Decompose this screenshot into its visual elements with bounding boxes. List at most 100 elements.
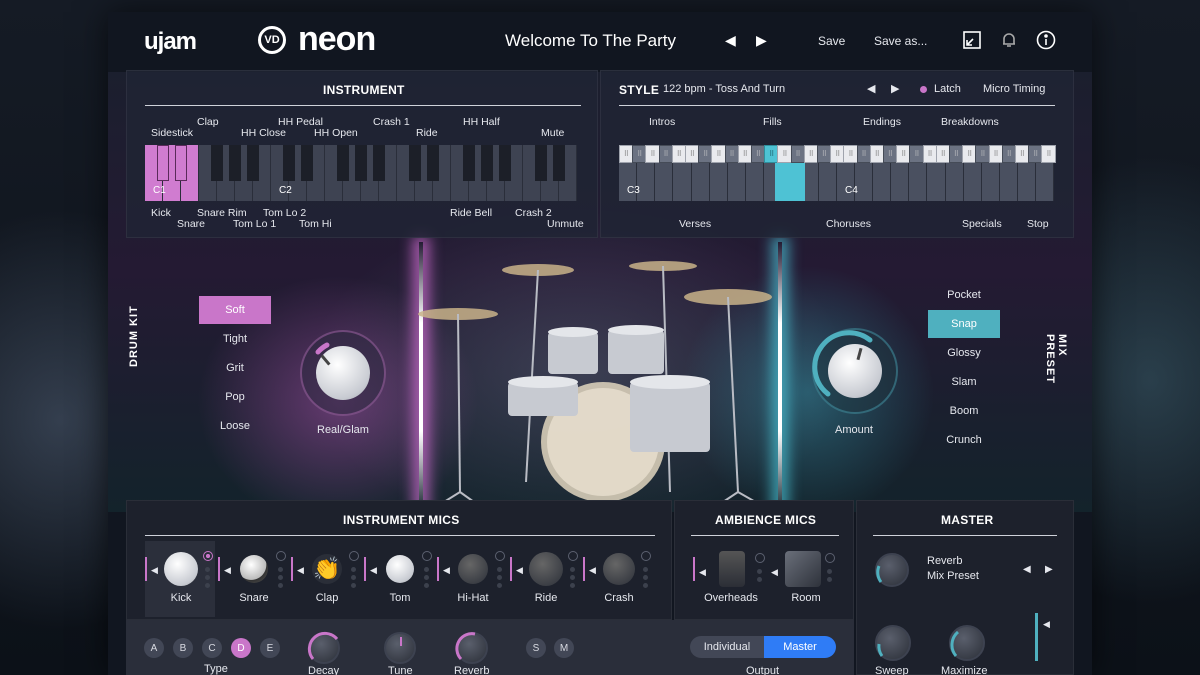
mix-preset-option[interactable]: Snap	[928, 310, 1000, 338]
drum-kit-option[interactable]: Tight	[199, 325, 271, 353]
type-option-d[interactable]: D	[231, 638, 251, 658]
type-option-a[interactable]: A	[144, 638, 164, 658]
type-option-e[interactable]: E	[260, 638, 280, 658]
style-white-key[interactable]	[673, 163, 692, 201]
instrument-black-key[interactable]	[301, 145, 313, 181]
style-white-key[interactable]	[709, 163, 728, 201]
drum-kit-option[interactable]: Soft	[199, 296, 271, 324]
individual-toggle[interactable]: Individual	[690, 636, 764, 658]
mic-solo-icon[interactable]	[276, 551, 286, 561]
next-style-button[interactable]: ▶	[891, 82, 899, 95]
style-white-key[interactable]	[1036, 163, 1055, 201]
mic-solo-icon[interactable]	[568, 551, 578, 561]
style-white-key[interactable]	[727, 163, 746, 201]
micro-timing-button[interactable]: Micro Timing	[983, 83, 1045, 95]
style-white-key[interactable]	[999, 163, 1019, 201]
drum-kit-option[interactable]: Loose	[199, 412, 271, 440]
ride-mic-icon[interactable]	[529, 552, 563, 586]
style-white-key[interactable]	[945, 163, 964, 201]
reverb-mix-knob[interactable]	[875, 553, 909, 587]
drum-kit-option[interactable]: Grit	[199, 354, 271, 382]
mute-button[interactable]: M	[554, 638, 574, 658]
instrument-black-key[interactable]	[175, 145, 187, 181]
amount-knob[interactable]	[812, 328, 898, 414]
style-white-key[interactable]	[891, 163, 910, 201]
instrument-black-key[interactable]	[283, 145, 295, 181]
prev-mix-preset-button[interactable]: ◀	[1023, 564, 1031, 575]
instrument-black-key[interactable]	[553, 145, 565, 181]
type-option-c[interactable]: C	[202, 638, 222, 658]
solo-button[interactable]: S	[526, 638, 546, 658]
latch-toggle[interactable]: Latch	[934, 83, 961, 95]
bell-icon[interactable]	[998, 29, 1020, 51]
snare-mic-icon[interactable]	[240, 555, 268, 583]
type-option-b[interactable]: B	[173, 638, 193, 658]
style-white-key[interactable]	[872, 163, 892, 201]
style-white-key[interactable]	[963, 163, 982, 201]
instrument-black-key[interactable]	[337, 145, 349, 181]
room-solo-icon[interactable]	[825, 553, 835, 563]
instrument-black-key[interactable]	[535, 145, 547, 181]
instrument-black-key[interactable]	[463, 145, 475, 181]
mic-reverb-knob[interactable]	[455, 632, 488, 664]
style-white-key[interactable]	[745, 163, 765, 201]
master-toggle[interactable]: Master	[764, 636, 836, 658]
mic-solo-icon[interactable]	[641, 551, 651, 561]
info-icon[interactable]	[1035, 29, 1057, 51]
instrument-black-key[interactable]	[427, 145, 439, 181]
style-white-key[interactable]	[1018, 163, 1037, 201]
instrument-black-key[interactable]	[229, 145, 241, 181]
style-keyboard[interactable]: C3 C4	[619, 163, 1055, 201]
next-mix-preset-button[interactable]: ▶	[1045, 564, 1053, 575]
instrument-black-key[interactable]	[157, 145, 169, 181]
style-white-key[interactable]	[909, 163, 928, 201]
mix-preset-option[interactable]: Slam	[928, 368, 1000, 396]
sweep-knob[interactable]	[875, 625, 911, 661]
instrument-black-key[interactable]	[409, 145, 421, 181]
style-phrase-key[interactable]: ⠿	[1041, 145, 1057, 163]
mic-solo-icon[interactable]	[203, 551, 213, 561]
mic-solo-icon[interactable]	[495, 551, 505, 561]
master-output-meter[interactable]	[1035, 613, 1038, 661]
mix-preset-option[interactable]: Glossy	[928, 339, 1000, 367]
next-preset-button[interactable]: ▶	[756, 32, 767, 49]
instrument-black-key[interactable]	[373, 145, 385, 181]
instrument-keyboard[interactable]: C1 C2	[145, 145, 577, 201]
resize-icon[interactable]	[961, 29, 983, 51]
hi-hat-mic-icon[interactable]	[458, 554, 488, 584]
overheads-solo-icon[interactable]	[755, 553, 765, 563]
style-white-key[interactable]	[655, 163, 674, 201]
preset-name[interactable]: Welcome To The Party	[505, 31, 676, 51]
instrument-black-key[interactable]	[499, 145, 511, 181]
decay-knob[interactable]	[307, 631, 340, 664]
tune-knob[interactable]	[384, 632, 416, 664]
active-style-key[interactable]	[775, 163, 805, 201]
save-button[interactable]: Save	[818, 34, 845, 48]
style-white-key[interactable]	[691, 163, 710, 201]
maximize-knob[interactable]	[949, 625, 985, 661]
overheads-mic-icon[interactable]	[719, 551, 745, 587]
style-white-key[interactable]	[981, 163, 1000, 201]
prev-preset-button[interactable]: ◀	[725, 32, 736, 49]
instrument-black-key[interactable]	[481, 145, 493, 181]
instrument-black-key[interactable]	[355, 145, 367, 181]
clap-mic-icon[interactable]: 👏	[312, 554, 342, 584]
style-white-key[interactable]	[818, 163, 837, 201]
style-info[interactable]: 122 bpm - Toss And Turn	[663, 83, 785, 95]
mix-preset-option[interactable]: Boom	[928, 397, 1000, 425]
mix-preset-option[interactable]: Crunch	[928, 426, 1000, 454]
drum-kit-option[interactable]: Pop	[199, 383, 271, 411]
mix-preset-option[interactable]: Pocket	[928, 281, 1000, 309]
save-as-button[interactable]: Save as...	[874, 34, 927, 48]
kick-mic-icon[interactable]	[164, 552, 198, 586]
mic-solo-icon[interactable]	[349, 551, 359, 561]
instrument-black-key[interactable]	[247, 145, 259, 181]
tom-mic-icon[interactable]	[386, 555, 414, 583]
room-mic-icon[interactable]	[785, 551, 821, 587]
instrument-black-key[interactable]	[211, 145, 223, 181]
real-glam-knob[interactable]	[300, 330, 386, 416]
mic-solo-icon[interactable]	[422, 551, 432, 561]
crash-mic-icon[interactable]	[603, 553, 635, 585]
style-white-key[interactable]	[927, 163, 946, 201]
prev-style-button[interactable]: ◀	[867, 82, 875, 95]
